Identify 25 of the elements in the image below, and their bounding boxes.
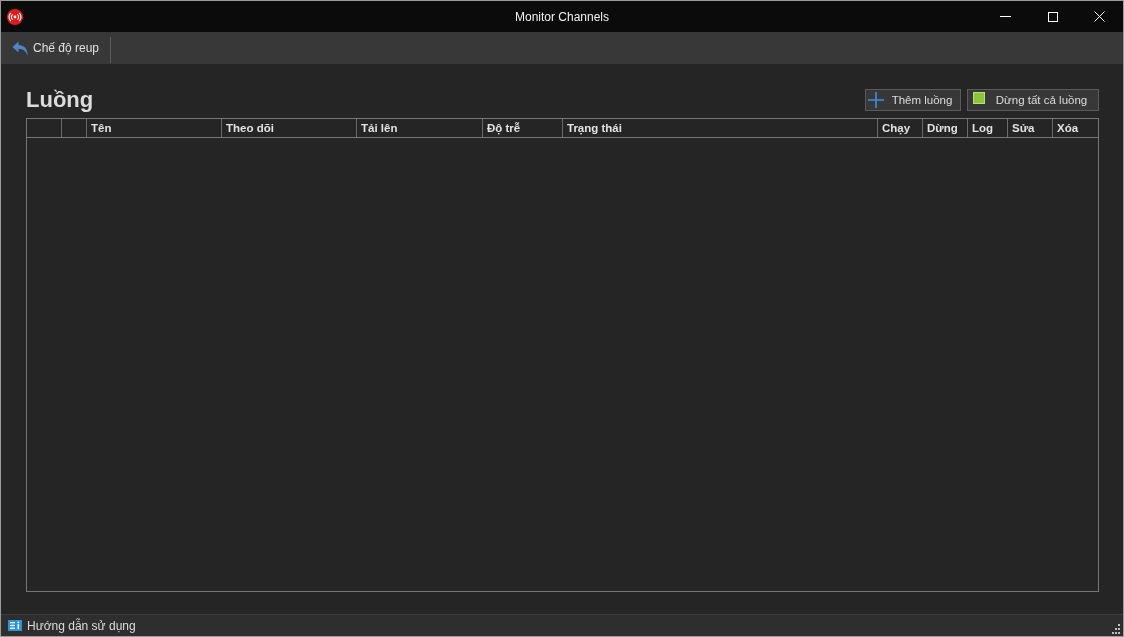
- close-icon: [1094, 11, 1105, 22]
- column-header[interactable]: Chạy: [878, 119, 923, 137]
- resize-grip-icon[interactable]: [1111, 624, 1121, 634]
- maximize-icon: [1047, 11, 1058, 22]
- curved-arrow-icon: [12, 40, 29, 56]
- column-header[interactable]: Dừng: [923, 119, 968, 137]
- minimize-icon: [1000, 16, 1011, 17]
- column-header[interactable]: Theo dõi: [222, 119, 357, 137]
- column-header[interactable]: Xóa: [1053, 119, 1098, 137]
- square-icon: [973, 92, 985, 104]
- column-header[interactable]: Sửa: [1008, 119, 1053, 137]
- plus-icon: [868, 92, 884, 108]
- column-header[interactable]: Tên: [87, 119, 222, 137]
- section-title: Luồng: [26, 89, 94, 111]
- stop-all-button[interactable]: Dừng tất cả luồng: [967, 89, 1099, 111]
- toolbar-button[interactable]: Chế độ reup: [9, 32, 111, 64]
- column-header[interactable]: Độ trễ: [483, 119, 563, 137]
- column-header[interactable]: Trạng thái: [563, 119, 878, 137]
- broadcast-icon: [7, 8, 23, 25]
- help-link[interactable]: Hướng dẫn sử dụng: [8, 618, 136, 633]
- add-button[interactable]: Thêm luồng: [865, 89, 961, 111]
- column-header[interactable]: Log: [968, 119, 1008, 137]
- info-icon: [8, 620, 22, 631]
- column-header[interactable]: Tải lên: [357, 119, 483, 137]
- window-title: Monitor Channels: [514, 9, 610, 24]
